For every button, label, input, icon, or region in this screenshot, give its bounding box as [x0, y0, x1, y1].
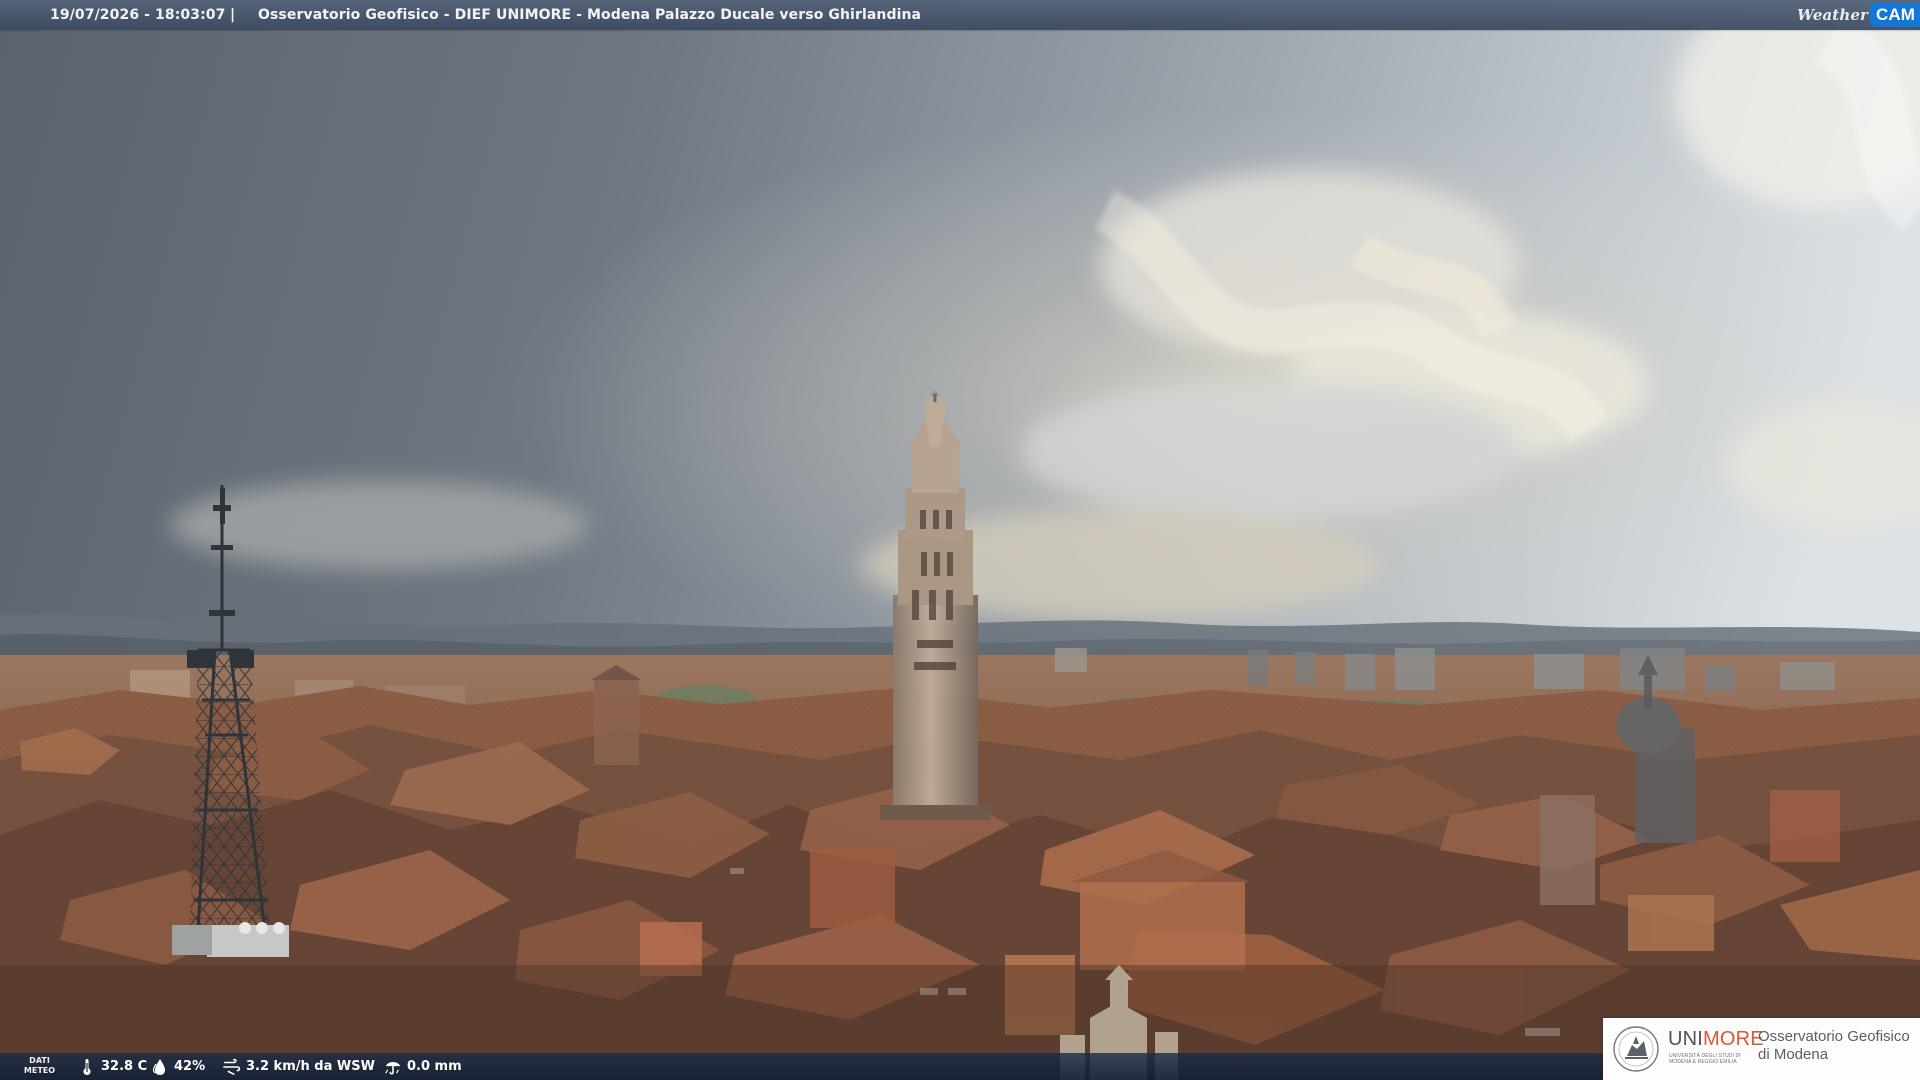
rain-value: 0.0 mm [407, 1059, 462, 1074]
wind-value: 3.2 km/h da WSW [246, 1059, 375, 1074]
weather-logo-text: Weather [1797, 6, 1868, 24]
humidity-reading: 42% [151, 1053, 205, 1080]
unimore-brand-suffix: MORE [1703, 1028, 1764, 1050]
weather-cam-logo: Weather CAM [1797, 0, 1920, 30]
unimore-brand: UNIMORE [1668, 1028, 1764, 1051]
university-seal-icon [1613, 1026, 1659, 1072]
rain-gauge-icon [384, 1057, 402, 1077]
timestamp: 19/07/2026 - 18:03:07 [50, 7, 226, 23]
wind-icon [223, 1057, 241, 1077]
unimore-observatory-logo: UNIMORE Università degli Studi di Modena… [1603, 1018, 1920, 1080]
university-subtitle: Università degli Studi di Modena e Reggi… [1669, 1053, 1755, 1065]
wind-reading: 3.2 km/h da WSW [223, 1053, 375, 1080]
temperature-value: 32.8 C [101, 1059, 148, 1074]
unimore-brand-prefix: UNI [1668, 1028, 1704, 1050]
webcam-top-overlay: 19/07/2026 - 18:03:07 | Osservatorio Geo… [0, 0, 1920, 30]
modena-cityscape-photo [0, 0, 1920, 1080]
title-separator: | [230, 7, 236, 23]
weather-data-label: DATI METEO [22, 1056, 57, 1076]
rain-reading: 0.0 mm [384, 1053, 462, 1080]
webcam-viewport: 19/07/2026 - 18:03:07 | Osservatorio Geo… [0, 0, 1920, 1080]
thermometer-icon [78, 1057, 96, 1077]
weather-data-label-line-2: METEO [23, 1066, 56, 1075]
temperature-reading: 32.8 C [78, 1053, 147, 1080]
observatory-name-line-2: di Modena [1758, 1046, 1829, 1063]
humidity-value: 42% [174, 1059, 206, 1074]
weather-data-label-line-1: DATI [29, 1056, 50, 1065]
university-subtitle-line-2: Modena e Reggio Emilia [1669, 1059, 1737, 1065]
camera-title: Osservatorio Geofisico - DIEF UNIMORE - … [258, 7, 922, 23]
observatory-name: Osservatorio Geofisico di Modena [1758, 1028, 1918, 1064]
observatory-name-line-1: Osservatorio Geofisico [1758, 1028, 1910, 1045]
water-drop-icon [151, 1057, 169, 1077]
cam-logo-text: CAM [1869, 3, 1920, 27]
